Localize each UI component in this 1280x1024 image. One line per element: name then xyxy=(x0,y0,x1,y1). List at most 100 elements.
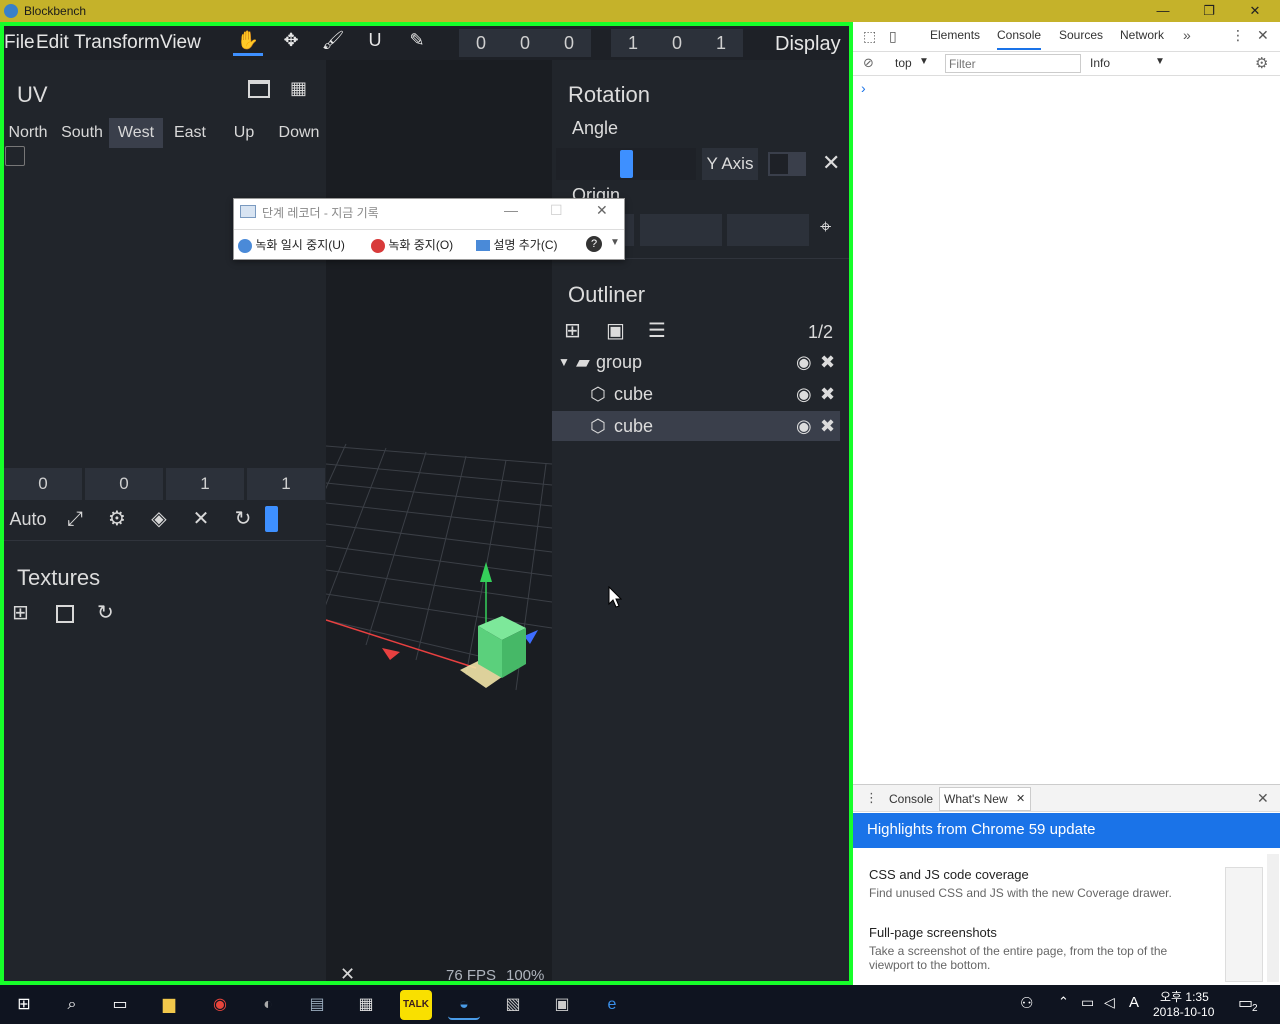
context-dropdown-icon[interactable]: ▼ xyxy=(919,56,929,67)
close-window-button[interactable]: ✕ xyxy=(1232,0,1278,22)
display-mode-button[interactable]: Display xyxy=(775,33,841,56)
x-axis-arrow[interactable] xyxy=(382,648,400,660)
notification-icon[interactable]: ▭ xyxy=(1238,993,1253,1013)
uv-auto-button[interactable]: Auto xyxy=(6,502,50,536)
delete-x-icon[interactable]: ✖ xyxy=(820,379,835,409)
uv-value-3[interactable]: 1 xyxy=(166,468,244,500)
chrome-icon[interactable]: ◉ xyxy=(204,990,236,1020)
more-tabs-icon[interactable]: » xyxy=(1183,27,1191,43)
uv-clear-icon[interactable]: ✕ xyxy=(185,502,217,536)
console-settings-gear-icon[interactable]: ⚙ xyxy=(1255,54,1268,72)
recorder-maximize-button[interactable]: ☐ xyxy=(550,202,563,219)
pause-recording-button[interactable]: 녹화 일시 중지(U) xyxy=(238,236,345,253)
log-level-dropdown-icon[interactable]: ▼ xyxy=(1155,56,1165,67)
minimize-button[interactable]: — xyxy=(1140,0,1186,22)
uv-fill-bucket-icon[interactable]: ◈ xyxy=(143,502,175,536)
tray-expand-icon[interactable]: ⌃ xyxy=(1058,994,1069,1010)
magnet-tool-icon[interactable]: U xyxy=(360,30,390,56)
task-view-icon[interactable]: ▭ xyxy=(104,990,136,1020)
visibility-eye-icon[interactable]: ◉ xyxy=(796,347,812,377)
edit-tool-icon[interactable]: ✎ xyxy=(402,30,432,56)
uv-rotation-slider[interactable] xyxy=(265,506,278,532)
add-cube-icon[interactable]: ⊞ xyxy=(564,318,581,343)
tab-network[interactable]: Network xyxy=(1120,28,1164,42)
recorder-close-button[interactable]: ✕ xyxy=(596,202,608,219)
help-icon[interactable]: ? xyxy=(586,236,602,252)
devtools-menu-icon[interactable]: ⋮ xyxy=(1231,27,1245,44)
hand-move-tool-icon[interactable]: ✋ xyxy=(233,30,263,56)
angle-slider-handle[interactable] xyxy=(620,150,633,178)
drawer-tab-console[interactable]: Console xyxy=(889,792,933,806)
uv-selection-checkbox[interactable] xyxy=(5,146,25,166)
device-toolbar-icon[interactable]: ▯ xyxy=(889,28,897,45)
edge-icon[interactable]: e xyxy=(596,990,628,1020)
outliner-row-cube[interactable]: ⬡ cube ◉ ✖ xyxy=(552,379,840,409)
app-icon-2[interactable]: ▤ xyxy=(301,990,333,1020)
size-z-field[interactable]: 0 xyxy=(547,29,591,57)
uv-reset-icon[interactable]: ↻ xyxy=(227,502,259,536)
volume-icon[interactable]: ◁ xyxy=(1104,994,1115,1011)
face-tab-east[interactable]: East xyxy=(166,118,214,148)
tab-sources[interactable]: Sources xyxy=(1059,28,1103,42)
inspect-element-icon[interactable]: ⬚ xyxy=(863,28,876,45)
viewport-close-icon[interactable]: ✕ xyxy=(340,964,355,981)
log-level-select[interactable]: Info xyxy=(1090,56,1110,70)
recorder-minimize-button[interactable]: — xyxy=(504,202,518,218)
kakaotalk-icon[interactable]: TALK xyxy=(400,990,432,1020)
size-y-field[interactable]: 0 xyxy=(503,29,547,57)
face-tab-west[interactable]: West xyxy=(109,118,163,148)
z-axis-arrow[interactable] xyxy=(524,630,538,644)
origin-y-field[interactable] xyxy=(640,214,722,246)
face-tab-south[interactable]: South xyxy=(56,118,108,148)
uv-grid-view-icon[interactable]: ▦ xyxy=(290,78,307,99)
visibility-eye-icon[interactable]: ◉ xyxy=(796,379,812,409)
clock-time[interactable]: 오후 1:35 xyxy=(1160,988,1209,1005)
console-prompt[interactable]: › xyxy=(861,80,866,96)
pos-y-field[interactable]: 0 xyxy=(655,29,699,57)
console-filter-input[interactable] xyxy=(945,54,1081,73)
add-comment-button[interactable]: 설명 추가(C) xyxy=(476,236,558,253)
drawer-close-icon[interactable]: ✕ xyxy=(1257,790,1269,807)
delete-x-icon[interactable]: ✖ xyxy=(820,347,835,377)
pos-z-field[interactable]: 1 xyxy=(699,29,743,57)
clear-console-icon[interactable]: ⊘ xyxy=(863,55,874,71)
clock-date[interactable]: 2018-10-10 xyxy=(1153,1005,1214,1019)
ime-indicator[interactable]: A xyxy=(1129,994,1139,1011)
app-icon-3[interactable]: ▧ xyxy=(497,990,529,1020)
step-recorder-taskbar-icon[interactable]: ▣ xyxy=(546,990,578,1020)
uv-auto-gear-icon[interactable]: ⚙ xyxy=(101,502,133,536)
menu-file[interactable]: File xyxy=(4,32,35,54)
search-icon[interactable]: ⌕ xyxy=(56,990,88,1020)
start-button-icon[interactable]: ⊞ xyxy=(8,990,40,1020)
drawer-tab-whats-new[interactable]: What's New ✕ xyxy=(939,787,1031,811)
network-icon[interactable]: ▭ xyxy=(1081,994,1094,1011)
size-x-field[interactable]: 0 xyxy=(459,29,503,57)
delete-x-icon[interactable]: ✖ xyxy=(820,411,835,441)
feature-coverage[interactable]: CSS and JS code coverage Find unused CSS… xyxy=(869,867,1179,900)
close-whats-new-icon[interactable]: ✕ xyxy=(1016,792,1025,805)
uv-value-1[interactable]: 0 xyxy=(4,468,82,500)
reset-rotation-icon[interactable]: ✕ xyxy=(822,150,840,176)
calculator-icon[interactable]: ▦ xyxy=(350,990,382,1020)
people-icon[interactable]: ⚇ xyxy=(1020,994,1033,1012)
tab-console[interactable]: Console xyxy=(997,28,1042,50)
blockbench-taskbar-icon[interactable]: ◒ xyxy=(448,990,480,1020)
drawer-scrollbar[interactable] xyxy=(1267,854,1279,982)
face-tab-up[interactable]: Up xyxy=(222,118,266,148)
menu-transform[interactable]: Transform xyxy=(74,32,160,54)
file-explorer-icon[interactable]: ▆ xyxy=(153,990,185,1020)
pos-x-field[interactable]: 1 xyxy=(611,29,655,57)
collapse-all-icon[interactable]: ☰ xyxy=(648,318,666,343)
app-icon-1[interactable]: ◐ xyxy=(252,990,284,1020)
visibility-eye-icon[interactable]: ◉ xyxy=(796,411,812,441)
origin-to-geometry-icon[interactable]: ⌖ xyxy=(820,216,831,239)
devtools-close-icon[interactable]: ✕ xyxy=(1257,27,1269,44)
blank-texture-icon[interactable] xyxy=(56,605,74,623)
context-select[interactable]: top xyxy=(895,56,912,70)
outliner-row-cube-selected[interactable]: ⬡ cube ◉ ✖ xyxy=(552,411,840,441)
import-texture-icon[interactable]: ⊞ xyxy=(12,600,29,625)
uv-maximize-icon[interactable]: ⤢ xyxy=(59,502,91,536)
axis-select[interactable]: Y Axis xyxy=(702,148,758,180)
menu-view[interactable]: View xyxy=(160,32,201,54)
uv-single-view-icon[interactable] xyxy=(248,80,270,98)
